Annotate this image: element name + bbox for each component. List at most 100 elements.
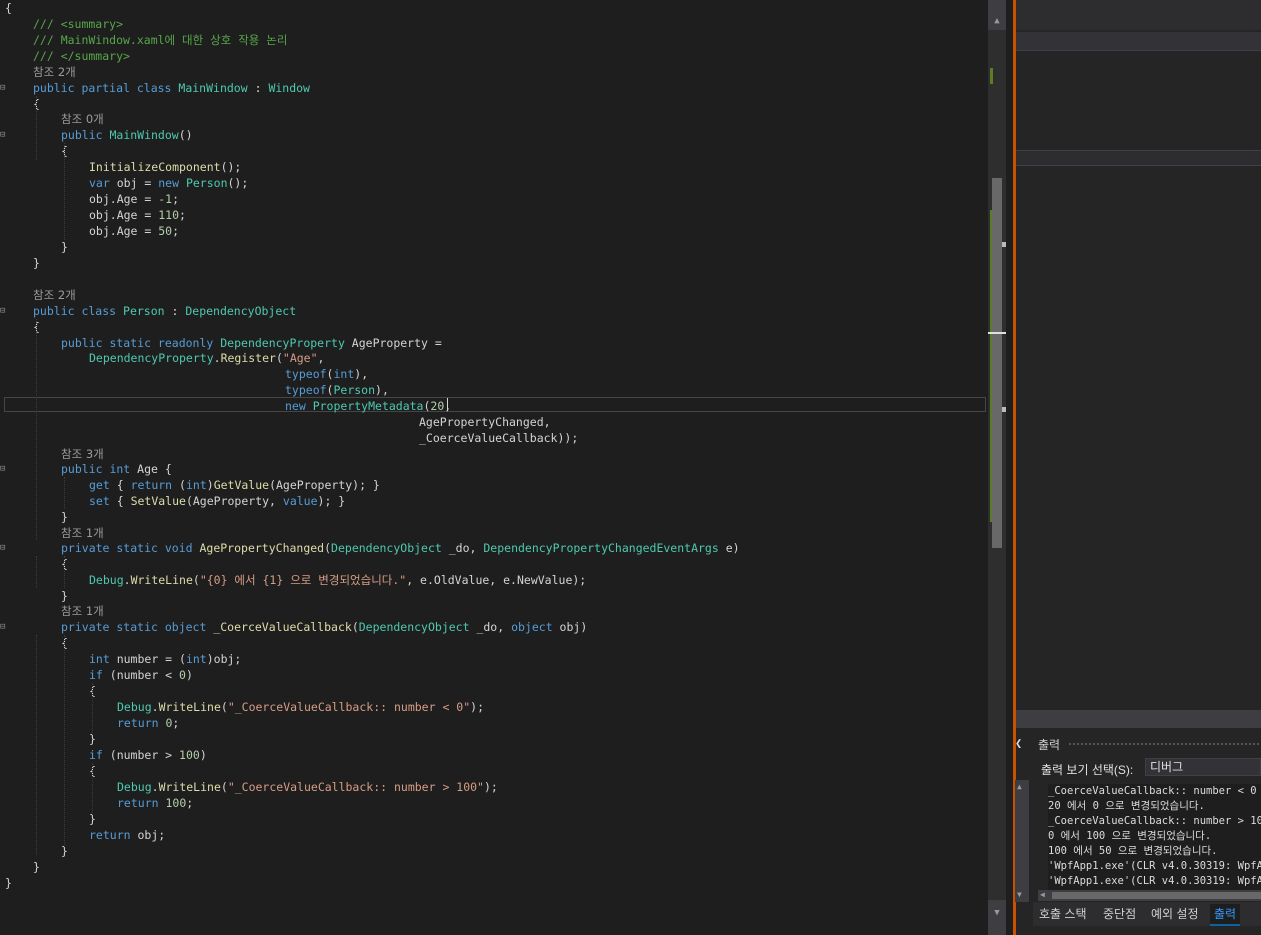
fold-toggle-icon[interactable]: ⊟: [0, 464, 6, 474]
reference-count-text[interactable]: 참조 1개: [61, 604, 104, 618]
indent-guide: [64, 635, 65, 847]
scroll-up-arrow-icon[interactable]: ▲: [992, 16, 1002, 26]
scroll-down-arrow-icon[interactable]: ▼: [992, 908, 1002, 918]
code-token: :: [164, 304, 186, 318]
code-line: AgePropertyChanged,: [419, 414, 551, 430]
code-token: DependencyObject: [358, 620, 470, 634]
code-line: new PropertyMetadata(20,: [285, 398, 451, 414]
code-line: }: [33, 859, 40, 875]
code-token: ): [185, 668, 193, 682]
code-token: InitializeComponent: [89, 160, 221, 174]
code-token: public partial class: [33, 81, 179, 95]
fold-toggle-icon[interactable]: ⊟: [0, 306, 6, 316]
fold-toggle-icon[interactable]: ⊟: [0, 130, 6, 140]
code-token: (number <: [102, 668, 180, 682]
code-token: 110: [158, 208, 180, 222]
change-marker: [990, 68, 993, 84]
output-line: _CoerceValueCallback:: number > 100: [1048, 815, 1261, 827]
code-token: ;: [172, 192, 180, 206]
code-line: public static readonly DependencyPropert…: [61, 335, 442, 351]
code-token: private static void: [61, 541, 200, 555]
code-token: ;: [172, 224, 180, 238]
reference-count-text[interactable]: 참조 3개: [61, 447, 104, 461]
text-caret: [447, 398, 448, 411]
output-source-dropdown[interactable]: 디버그: [1145, 758, 1261, 776]
output-line: 'WpfApp1.exe'(CLR v4.0.30319: WpfApp: [1048, 860, 1261, 872]
indent-guide: [64, 556, 65, 588]
code-token: DependencyObject: [331, 541, 442, 555]
fold-toggle-icon[interactable]: ⊟: [0, 622, 6, 632]
output-line: 20 에서 0 으로 변경되었습니다.: [1048, 800, 1205, 812]
code-token: Debug: [117, 700, 152, 714]
scroll-down-arrow-icon[interactable]: ▼: [1017, 890, 1022, 899]
title-grip[interactable]: [1069, 743, 1259, 749]
code-token: int: [185, 478, 207, 492]
code-token: )obj;: [206, 652, 242, 666]
tab-exception-settings[interactable]: 예외 설정: [1147, 904, 1203, 924]
code-line: get { return (int)GetValue(AgeProperty);…: [89, 477, 380, 493]
scroll-left-arrow-icon[interactable]: ◀: [1040, 890, 1045, 899]
tab-call-stack[interactable]: 호출 스택: [1035, 904, 1091, 924]
code-token: get: [89, 478, 110, 492]
output-text-area[interactable]: _CoerceValueCallback:: number < 020 에서 0…: [1048, 784, 1261, 896]
reference-count-text[interactable]: 참조 1개: [61, 526, 104, 540]
code-line: }: [5, 875, 12, 891]
code-line: return obj;: [89, 827, 165, 843]
code-token: (: [192, 573, 200, 587]
code-token: ); }: [317, 494, 346, 508]
code-token: public: [61, 128, 110, 142]
code-line: int number = (int)obj;: [89, 651, 241, 667]
code-line: Debug.WriteLine("{0} 에서 {1} 으로 변경되었습니다."…: [89, 572, 586, 588]
output-vertical-scrollbar[interactable]: ▲ ▼: [1015, 780, 1029, 902]
fold-toggle-icon[interactable]: ⊟: [0, 83, 6, 93]
code-token: value: [282, 494, 318, 508]
codelens-reference-count: 참조 3개: [61, 446, 104, 462]
code-token: 100: [165, 796, 187, 810]
code-line: }: [61, 239, 68, 255]
bookmark-marker: [1002, 407, 1006, 412]
code-token: (: [324, 541, 332, 555]
code-token: 100: [179, 748, 200, 762]
editor-vertical-scrollbar[interactable]: ▲ ▼: [988, 0, 1006, 935]
panel-hscroll: [1016, 710, 1261, 728]
code-editor[interactable]: {/// <summary> /// MainWindow.xaml에 대한 상호…: [0, 0, 988, 935]
chevron-left-icon[interactable]: ❮: [1015, 736, 1022, 750]
reference-count-text[interactable]: 참조 2개: [33, 288, 76, 302]
scroll-thumb[interactable]: [1052, 892, 1261, 899]
reference-count-text[interactable]: 참조 0개: [61, 112, 104, 126]
code-token: }: [33, 256, 40, 270]
code-token: /// </summary>: [33, 49, 130, 63]
code-line: var obj = new Person();: [89, 175, 248, 191]
code-token: "Age": [282, 351, 318, 365]
code-token: }: [61, 510, 68, 524]
scroll-up-arrow-icon[interactable]: ▲: [1017, 782, 1022, 791]
code-token: e): [718, 541, 740, 555]
code-token: DependencyProperty: [220, 336, 345, 350]
output-title: 출력: [1038, 738, 1061, 752]
code-line: /// MainWindow.xaml에 대한 상호 작용 논리: [33, 32, 287, 48]
tab-breakpoints[interactable]: 중단점: [1099, 904, 1140, 924]
code-token: if: [89, 668, 103, 682]
caret-position-marker: [988, 332, 1006, 334]
scroll-thumb[interactable]: [992, 178, 1002, 548]
code-line: DependencyProperty.Register("Age",: [89, 350, 324, 366]
code-line: return 100;: [117, 795, 193, 811]
code-token: obj.Age =: [89, 208, 159, 222]
output-line: _CoerceValueCallback:: number < 0: [1048, 785, 1257, 797]
code-token: ;: [179, 208, 186, 222]
code-token: SetValue: [130, 494, 186, 508]
code-token: WriteLine: [158, 700, 221, 714]
code-token: obj): [552, 620, 588, 634]
code-token: Debug: [89, 573, 124, 587]
output-horizontal-scrollbar[interactable]: ◀: [1038, 890, 1261, 901]
code-token: return: [89, 828, 138, 842]
code-token: /// MainWindow.xaml에 대한 상호 작용 논리: [33, 33, 288, 47]
tab-output[interactable]: 출력: [1210, 904, 1241, 926]
code-token: GetValue: [213, 478, 270, 492]
reference-count-text[interactable]: 참조 2개: [33, 65, 76, 79]
code-token: );: [484, 780, 498, 794]
code-line: if (number < 0): [89, 667, 193, 683]
fold-toggle-icon[interactable]: ⊟: [0, 543, 6, 553]
code-line: private static object _CoerceValueCallba…: [61, 619, 587, 635]
code-token: Window: [268, 81, 310, 95]
